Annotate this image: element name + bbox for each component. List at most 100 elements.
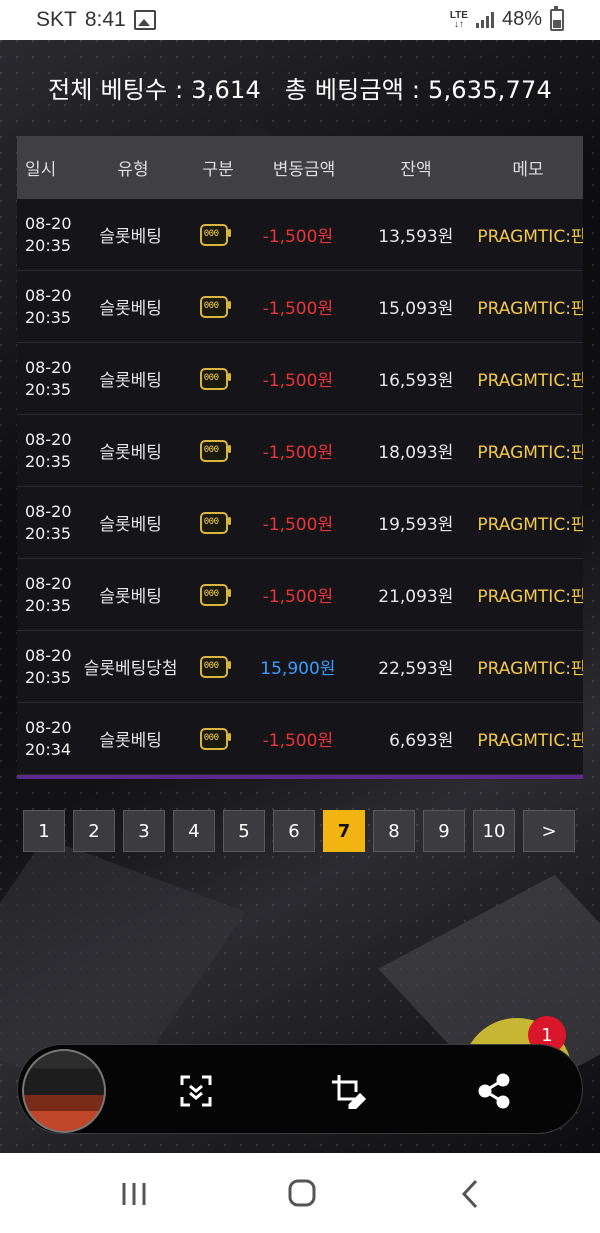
row-memo: PRAGMTIC:판 — [477, 371, 583, 391]
header-datetime: 일시 — [25, 160, 57, 180]
table-row: 08-2020:35 슬롯베팅 -1,500원 16,593원 PRAGMTIC:판 — [17, 343, 583, 415]
header-balance: 잔액 — [400, 160, 432, 180]
row-change-amount: -1,500원 — [262, 515, 334, 535]
table-row: 08-2020:35 슬롯베팅 -1,500원 13,593원 PRAGMTIC:판 — [17, 199, 583, 271]
row-date: 08-20 — [25, 429, 72, 449]
page-button-4[interactable]: 4 — [173, 810, 215, 852]
row-date: 08-20 — [25, 213, 72, 233]
slot-machine-icon — [199, 655, 231, 678]
row-time: 20:35 — [25, 595, 72, 615]
row-balance: 21,093원 — [378, 587, 454, 607]
betting-history-table: 일시 유형 구분 변동금액 잔액 메모 08-2020:35슬롯베팅-1,500… — [17, 136, 583, 779]
row-category — [183, 295, 244, 318]
row-balance: 6,693원 — [389, 731, 454, 751]
row-change-amount: -1,500원 — [262, 227, 334, 247]
slot-machine-icon — [199, 295, 231, 318]
row-date: 08-20 — [25, 501, 72, 521]
row-category — [183, 655, 244, 678]
slot-machine-icon — [199, 511, 231, 534]
row-datetime: 08-20 20:35 — [17, 429, 78, 473]
slot-machine-icon — [199, 367, 231, 390]
page-button-5[interactable]: 5 — [223, 810, 265, 852]
page-button-3[interactable]: 3 — [123, 810, 165, 852]
row-time: 20:35 — [25, 235, 72, 255]
back-icon[interactable] — [450, 1177, 490, 1211]
total-bet-amount: 총 베팅금액 : 5,635,774 — [284, 76, 552, 104]
total-bet-count: 전체 베팅수 : 3,614 — [48, 76, 261, 104]
row-datetime: 08-20 20:35 — [17, 285, 78, 329]
slot-machine-icon — [199, 727, 231, 750]
slot-machine-icon — [199, 439, 231, 462]
row-balance: 18,093원 — [378, 443, 454, 463]
row-balance: 19,593원 — [378, 515, 454, 535]
row-memo: PRAGMTIC:판 — [477, 299, 583, 319]
row-category — [183, 439, 244, 462]
row-memo: PRAGMTIC:판 — [477, 515, 583, 535]
scroll-capture-icon[interactable] — [178, 1073, 214, 1109]
recent-apps-icon[interactable] — [114, 1177, 154, 1211]
row-type: 슬롯베팅당첨 — [83, 659, 178, 679]
table-header: 일시 유형 구분 변동금액 잔액 메모 — [17, 136, 583, 199]
row-category — [183, 367, 244, 390]
row-type: 슬롯베팅 — [99, 587, 162, 607]
screenshot-thumbnail[interactable] — [22, 1049, 106, 1133]
row-type: 슬롯베팅 — [99, 299, 162, 319]
table-row: 08-2020:35 슬롯베팅 -1,500원 19,593원 PRAGMTIC:판 — [17, 487, 583, 559]
carrier: SKT — [36, 8, 77, 31]
row-datetime: 08-20 20:35 — [17, 213, 78, 257]
row-category — [183, 511, 244, 534]
row-change-amount: -1,500원 — [262, 371, 334, 391]
page-button-8[interactable]: 8 — [373, 810, 415, 852]
gallery-notification-icon — [133, 10, 156, 30]
row-time: 20:35 — [25, 307, 72, 327]
row-date: 08-20 — [25, 285, 72, 305]
row-time: 20:35 — [25, 379, 72, 399]
page-button-1[interactable]: 1 — [23, 810, 65, 852]
table-row: 08-2020:35 슬롯베팅 -1,500원 21,093원 PRAGMTIC:판 — [17, 559, 583, 631]
row-date: 08-20 — [25, 645, 72, 665]
row-memo: PRAGMTIC:판 — [477, 731, 583, 751]
row-memo: PRAGMTIC:판 — [477, 227, 583, 247]
row-memo: PRAGMTIC:판 — [477, 587, 583, 607]
row-balance: 22,593원 — [378, 659, 454, 679]
row-change-amount: -1,500원 — [262, 443, 334, 463]
row-category — [183, 727, 244, 750]
pagination: 1 2 3 4 5 6 7 8 9 10 > — [23, 810, 575, 852]
row-category — [183, 583, 244, 606]
row-memo: PRAGMTIC:판 — [477, 659, 583, 679]
page-button-9[interactable]: 9 — [423, 810, 465, 852]
row-date: 08-20 — [25, 573, 72, 593]
row-date: 08-20 — [25, 717, 72, 737]
row-date: 08-20 — [25, 357, 72, 377]
page-button-10[interactable]: 10 — [473, 810, 515, 852]
row-datetime: 08-20 20:35 — [17, 645, 78, 689]
row-type: 슬롯베팅 — [99, 443, 162, 463]
row-time: 20:35 — [25, 667, 72, 687]
betting-summary: 전체 베팅수 : 3,614 총 베팅금액 : 5,635,774 — [0, 70, 600, 105]
system-navigation-bar — [0, 1153, 600, 1233]
slot-machine-icon — [199, 223, 231, 246]
row-balance: 13,593원 — [378, 227, 454, 247]
row-time: 20:35 — [25, 451, 72, 471]
crop-edit-icon[interactable] — [330, 1073, 367, 1111]
row-datetime: 08-20 20:35 — [17, 357, 78, 401]
share-icon[interactable] — [476, 1073, 512, 1109]
screenshot-toolbar — [17, 1044, 583, 1134]
row-datetime: 08-20 20:35 — [17, 501, 78, 545]
battery-percent: 48% — [501, 8, 542, 30]
row-change-amount: 15,900원 — [260, 659, 336, 679]
signal-icon — [475, 11, 494, 28]
home-icon[interactable] — [282, 1177, 322, 1211]
row-time: 20:35 — [25, 523, 72, 543]
page-button-2[interactable]: 2 — [73, 810, 115, 852]
row-change-amount: -1,500원 — [262, 299, 334, 319]
clock: 8:41 — [84, 8, 126, 31]
row-type: 슬롯베팅 — [99, 731, 162, 751]
header-change-amount: 변동금액 — [272, 160, 336, 180]
page-button-7[interactable]: 7 — [323, 810, 365, 852]
status-bar: SKT 8:41 LTE ↓↑ 48% — [0, 0, 600, 40]
row-time: 20:34 — [25, 739, 72, 759]
table-row: 08-2020:34 슬롯베팅 -1,500원 6,693원 PRAGMTIC:판 — [17, 703, 583, 775]
next-page-button[interactable]: > — [523, 810, 575, 852]
page-button-6[interactable]: 6 — [273, 810, 315, 852]
